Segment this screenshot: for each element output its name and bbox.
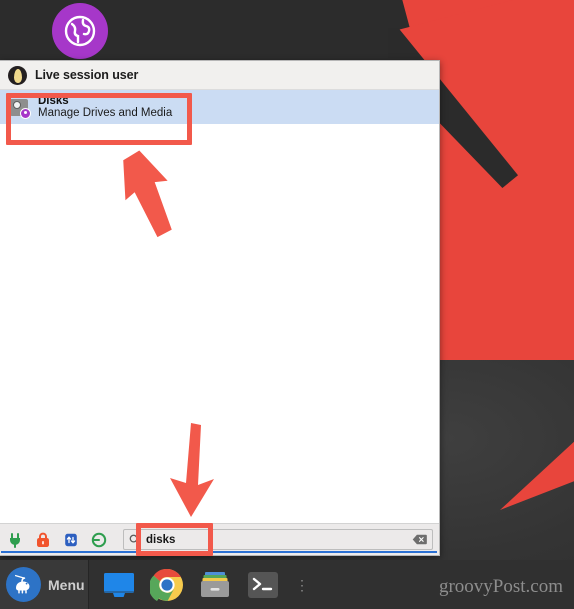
search-input[interactable]: disks [123,529,433,550]
taskbar: Menu ⋮ groovyPost.com [0,560,574,609]
user-avatar[interactable] [8,65,27,85]
taskbar-app-list: ⋮ [89,565,309,605]
clear-backspace-icon[interactable] [412,534,427,546]
result-text-block: Disks Manage Drives and Media [38,95,172,120]
disk-utility-icon [9,97,31,119]
search-icon [129,534,140,545]
menu-results-list: Disks Manage Drives and Media [0,90,439,523]
taskbar-overflow-icon[interactable]: ⋮ [295,578,309,592]
lock-screen-icon[interactable] [34,531,51,548]
taskbar-menu-button[interactable]: Menu [0,560,88,609]
menu-user-label: Live session user [35,68,139,82]
software-manager-icon[interactable] [6,531,23,548]
watermark-text: groovyPost.com [438,576,563,597]
chrome-icon[interactable] [145,565,189,605]
switch-user-icon[interactable] [62,531,79,548]
power-off-icon[interactable] [90,531,107,548]
taskbar-menu-label: Menu [48,576,85,593]
file-manager-icon[interactable] [193,565,237,605]
linux-mint-logo-icon [6,567,41,602]
result-title: Disks [38,94,69,107]
menu-accent-underline [1,551,437,553]
screenshot-root: Live session user Disks Manage Drives an… [0,0,574,609]
show-desktop-icon[interactable] [97,565,141,605]
menu-header: Live session user [0,61,439,90]
globe-browser-icon[interactable] [52,3,108,59]
list-item[interactable]: Disks Manage Drives and Media [0,90,439,124]
wallpaper-red-spike [500,390,574,510]
application-menu-panel: Live session user Disks Manage Drives an… [0,60,440,556]
search-input-value[interactable]: disks [146,534,406,546]
result-subtitle: Manage Drives and Media [38,107,173,119]
terminal-icon[interactable] [241,565,285,605]
